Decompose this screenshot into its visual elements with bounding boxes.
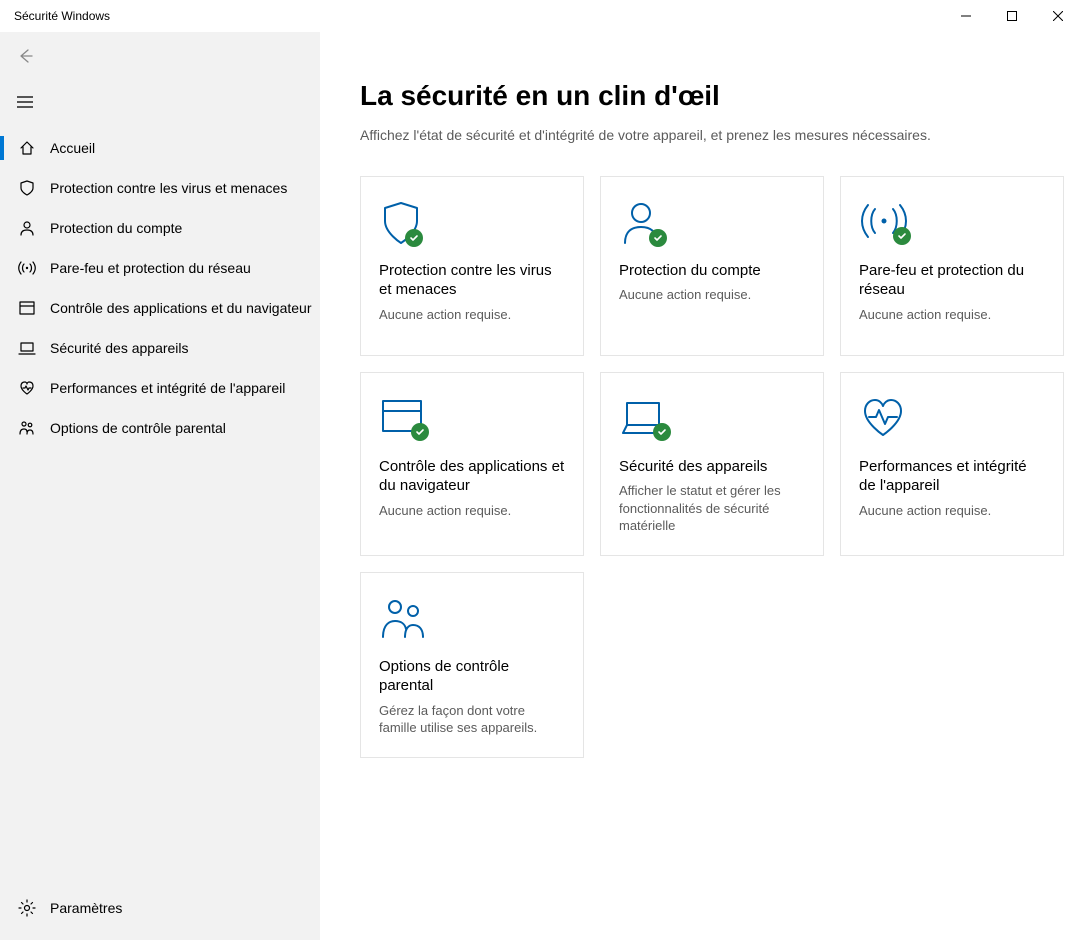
- tile-desc: Aucune action requise.: [619, 286, 805, 304]
- window-buttons: [943, 0, 1081, 32]
- tile-performance[interactable]: Performances et intégrité de l'appareil …: [840, 372, 1064, 556]
- status-ok-badge: [405, 229, 423, 247]
- tile-appcontrol[interactable]: Contrôle des applications et du navigate…: [360, 372, 584, 556]
- tile-title: Sécurité des appareils: [619, 457, 805, 477]
- window-title: Sécurité Windows: [14, 9, 110, 23]
- tile-title: Options de contrôle parental: [379, 657, 565, 696]
- window: Sécurité Windows Acc: [0, 0, 1081, 940]
- body: Accueil Protection contre les virus et m…: [0, 32, 1081, 940]
- close-icon: [1053, 11, 1063, 21]
- nav-toggle-button[interactable]: [0, 80, 320, 124]
- minimize-button[interactable]: [943, 0, 989, 32]
- minimize-icon: [961, 11, 971, 21]
- tile-title: Protection du compte: [619, 261, 805, 281]
- tile-device[interactable]: Sécurité des appareils Afficher le statu…: [600, 372, 824, 556]
- status-ok-badge: [649, 229, 667, 247]
- heart-icon: [16, 379, 38, 397]
- titlebar: Sécurité Windows: [0, 0, 1081, 32]
- page-subtitle: Affichez l'état de sécurité et d'intégri…: [360, 126, 1060, 146]
- tile-desc: Afficher le statut et gérer les fonction…: [619, 482, 805, 535]
- home-icon: [16, 139, 38, 157]
- page-title: La sécurité en un clin d'œil: [360, 80, 1060, 112]
- nav-label: Performances et intégrité de l'appareil: [38, 380, 285, 396]
- nav-label: Sécurité des appareils: [38, 340, 189, 356]
- nav-item-virus[interactable]: Protection contre les virus et menaces: [0, 168, 320, 208]
- network-icon: [859, 199, 1045, 249]
- sidebar: Accueil Protection contre les virus et m…: [0, 32, 320, 940]
- shield-icon: [16, 179, 38, 197]
- app-browser-icon: [379, 395, 565, 445]
- nav-label: Options de contrôle parental: [38, 420, 226, 436]
- nav-item-settings[interactable]: Paramètres: [0, 888, 320, 928]
- nav-label: Accueil: [38, 140, 95, 156]
- app-browser-icon: [16, 299, 38, 317]
- device-icon: [16, 339, 38, 357]
- shield-icon: [379, 199, 565, 249]
- maximize-icon: [1007, 11, 1017, 21]
- status-ok-badge: [653, 423, 671, 441]
- status-ok-badge: [893, 227, 911, 245]
- tile-desc: Aucune action requise.: [379, 306, 565, 324]
- nav-label: Protection contre les virus et menaces: [38, 180, 287, 196]
- tiles-grid: Protection contre les virus et menaces A…: [320, 146, 1081, 774]
- sidebar-bottom: Paramètres: [0, 888, 320, 940]
- person-icon: [619, 199, 805, 249]
- nav-list: Accueil Protection contre les virus et m…: [0, 128, 320, 448]
- family-icon: [379, 595, 565, 645]
- tile-desc: Gérez la façon dont votre famille utilis…: [379, 702, 565, 737]
- nav-item-account[interactable]: Protection du compte: [0, 208, 320, 248]
- nav-item-parental[interactable]: Options de contrôle parental: [0, 408, 320, 448]
- nav-label: Contrôle des applications et du navigate…: [38, 300, 312, 316]
- page-header: La sécurité en un clin d'œil Affichez l'…: [320, 32, 1060, 146]
- device-icon: [619, 395, 805, 445]
- tile-title: Contrôle des applications et du navigate…: [379, 457, 565, 496]
- tile-title: Performances et intégrité de l'appareil: [859, 457, 1045, 496]
- heart-icon: [859, 395, 1045, 445]
- person-icon: [16, 219, 38, 237]
- nav-item-performance[interactable]: Performances et intégrité de l'appareil: [0, 368, 320, 408]
- nav-item-firewall[interactable]: Pare-feu et protection du réseau: [0, 248, 320, 288]
- nav-item-device[interactable]: Sécurité des appareils: [0, 328, 320, 368]
- nav-label: Protection du compte: [38, 220, 182, 236]
- back-button[interactable]: [0, 32, 320, 80]
- gear-icon: [16, 899, 38, 917]
- hamburger-icon: [16, 95, 34, 109]
- network-icon: [16, 259, 38, 277]
- tile-virus[interactable]: Protection contre les virus et menaces A…: [360, 176, 584, 356]
- nav-item-appcontrol[interactable]: Contrôle des applications et du navigate…: [0, 288, 320, 328]
- status-ok-badge: [411, 423, 429, 441]
- nav-label: Paramètres: [38, 900, 122, 916]
- main-content: La sécurité en un clin d'œil Affichez l'…: [320, 32, 1081, 940]
- nav-label: Pare-feu et protection du réseau: [38, 260, 251, 276]
- family-icon: [16, 419, 38, 437]
- tile-title: Protection contre les virus et menaces: [379, 261, 565, 300]
- tile-firewall[interactable]: Pare-feu et protection du réseau Aucune …: [840, 176, 1064, 356]
- close-button[interactable]: [1035, 0, 1081, 32]
- back-arrow-icon: [16, 47, 34, 65]
- maximize-button[interactable]: [989, 0, 1035, 32]
- tile-desc: Aucune action requise.: [859, 306, 1045, 324]
- tile-desc: Aucune action requise.: [859, 502, 1045, 520]
- tile-desc: Aucune action requise.: [379, 502, 565, 520]
- tile-account[interactable]: Protection du compte Aucune action requi…: [600, 176, 824, 356]
- nav-item-home[interactable]: Accueil: [0, 128, 320, 168]
- tile-parental[interactable]: Options de contrôle parental Gérez la fa…: [360, 572, 584, 758]
- tile-title: Pare-feu et protection du réseau: [859, 261, 1045, 300]
